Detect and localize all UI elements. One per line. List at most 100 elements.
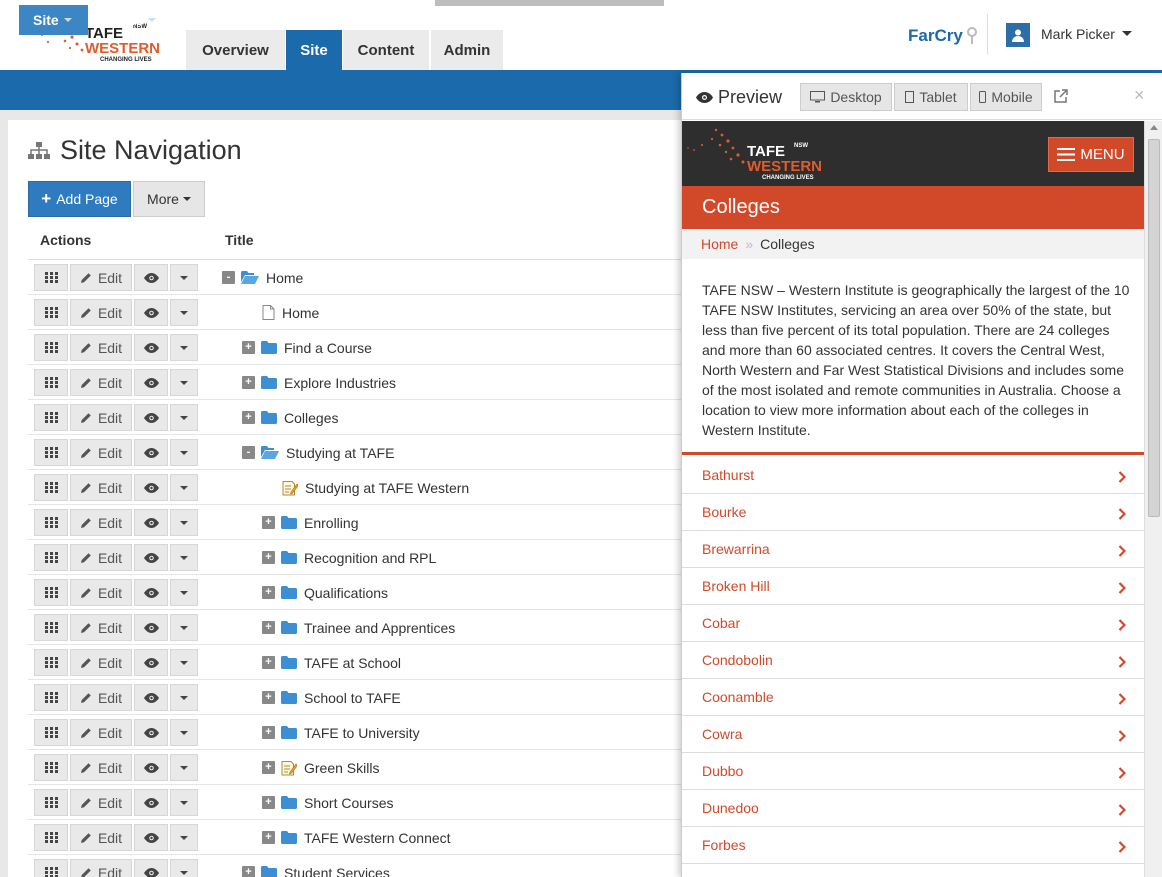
edit-button[interactable]: Edit bbox=[70, 439, 132, 466]
edit-button[interactable]: Edit bbox=[70, 579, 132, 606]
preview-tab-desktop[interactable]: Desktop bbox=[800, 83, 892, 111]
tree-node[interactable]: + TAFE to University bbox=[262, 715, 420, 750]
preview-tab-tablet[interactable]: Tablet bbox=[894, 83, 968, 111]
tree-node[interactable]: + TAFE at School bbox=[262, 645, 401, 680]
grid-menu-button[interactable] bbox=[34, 859, 68, 877]
tree-node[interactable]: + Short Courses bbox=[262, 785, 393, 820]
edit-button[interactable]: Edit bbox=[70, 334, 132, 361]
node-title[interactable]: School to TAFE bbox=[304, 690, 401, 706]
preview-eye-button[interactable] bbox=[134, 404, 168, 431]
breadcrumb-home[interactable]: Home bbox=[701, 236, 738, 252]
tree-node[interactable]: + Explore Industries bbox=[242, 365, 396, 400]
dropdown-caret-button[interactable] bbox=[170, 264, 198, 291]
tab-content[interactable]: Content bbox=[343, 30, 429, 70]
college-list-item[interactable]: Cowra bbox=[682, 716, 1144, 753]
expand-icon[interactable]: + bbox=[262, 516, 275, 529]
grid-menu-button[interactable] bbox=[34, 719, 68, 746]
expand-icon[interactable]: + bbox=[242, 411, 255, 424]
tab-overview[interactable]: Overview bbox=[186, 30, 285, 70]
dropdown-caret-button[interactable] bbox=[170, 544, 198, 571]
preview-eye-button[interactable] bbox=[134, 789, 168, 816]
node-title[interactable]: Studying at TAFE bbox=[286, 445, 394, 461]
tree-node[interactable]: + Find a Course bbox=[242, 330, 372, 365]
college-list-item[interactable]: Broken Hill bbox=[682, 568, 1144, 605]
expand-icon[interactable]: + bbox=[262, 551, 275, 564]
node-title[interactable]: Short Courses bbox=[304, 795, 393, 811]
dropdown-caret-button[interactable] bbox=[170, 474, 198, 501]
college-list-item[interactable]: Coonamble bbox=[682, 679, 1144, 716]
preview-eye-button[interactable] bbox=[134, 649, 168, 676]
grid-menu-button[interactable] bbox=[34, 789, 68, 816]
node-title[interactable]: TAFE Western Connect bbox=[304, 830, 451, 846]
expand-icon[interactable]: + bbox=[262, 656, 275, 669]
node-title[interactable]: Colleges bbox=[284, 410, 338, 426]
preview-eye-button[interactable] bbox=[134, 299, 168, 326]
grid-menu-button[interactable] bbox=[34, 474, 68, 501]
preview-eye-button[interactable] bbox=[134, 719, 168, 746]
node-title[interactable]: Home bbox=[266, 270, 303, 286]
edit-button[interactable]: Edit bbox=[70, 789, 132, 816]
expand-icon[interactable]: + bbox=[262, 726, 275, 739]
scrollbar-thumb[interactable] bbox=[1148, 139, 1160, 517]
grid-menu-button[interactable] bbox=[34, 649, 68, 676]
dropdown-caret-button[interactable] bbox=[170, 789, 198, 816]
edit-button[interactable]: Edit bbox=[70, 649, 132, 676]
grid-menu-button[interactable] bbox=[34, 824, 68, 851]
site-logo[interactable]: TAFE NSW WESTERN CHANGING LIVES bbox=[686, 124, 831, 184]
dropdown-caret-button[interactable] bbox=[170, 649, 198, 676]
dropdown-caret-button[interactable] bbox=[170, 614, 198, 641]
preview-eye-button[interactable] bbox=[134, 369, 168, 396]
tree-node[interactable]: + TAFE Western Connect bbox=[262, 820, 451, 855]
dropdown-caret-button[interactable] bbox=[170, 824, 198, 851]
user-name[interactable]: Mark Picker bbox=[1041, 26, 1115, 42]
preview-eye-button[interactable] bbox=[134, 754, 168, 781]
dropdown-caret-button[interactable] bbox=[170, 754, 198, 781]
tree-node[interactable]: - Home bbox=[222, 260, 303, 295]
grid-menu-button[interactable] bbox=[34, 404, 68, 431]
node-title[interactable]: Recognition and RPL bbox=[304, 550, 436, 566]
more-button[interactable]: More bbox=[133, 181, 205, 217]
preview-eye-button[interactable] bbox=[134, 859, 168, 877]
expand-icon[interactable]: + bbox=[262, 621, 275, 634]
tree-node[interactable]: + School to TAFE bbox=[262, 680, 401, 715]
preview-eye-button[interactable] bbox=[134, 614, 168, 641]
user-icon[interactable] bbox=[1006, 23, 1030, 47]
dropdown-caret-button[interactable] bbox=[170, 369, 198, 396]
tab-admin[interactable]: Admin bbox=[431, 30, 503, 70]
edit-button[interactable]: Edit bbox=[70, 369, 132, 396]
college-list-item[interactable]: Dubbo bbox=[682, 753, 1144, 790]
grid-menu-button[interactable] bbox=[34, 299, 68, 326]
node-title[interactable]: Qualifications bbox=[304, 585, 388, 601]
college-list-item[interactable]: Condobolin bbox=[682, 642, 1144, 679]
preview-eye-button[interactable] bbox=[134, 579, 168, 606]
expand-icon[interactable]: + bbox=[242, 341, 255, 354]
tree-node[interactable]: + Colleges bbox=[242, 400, 338, 435]
expand-icon[interactable]: + bbox=[262, 831, 275, 844]
tree-node[interactable]: + Trainee and Apprentices bbox=[262, 610, 455, 645]
grid-menu-button[interactable] bbox=[34, 684, 68, 711]
node-title[interactable]: TAFE to University bbox=[304, 725, 420, 741]
menu-button[interactable]: MENU bbox=[1048, 137, 1134, 172]
grid-menu-button[interactable] bbox=[34, 264, 68, 291]
dropdown-caret-button[interactable] bbox=[170, 299, 198, 326]
expand-icon[interactable]: + bbox=[262, 796, 275, 809]
edit-button[interactable]: Edit bbox=[70, 264, 132, 291]
edit-button[interactable]: Edit bbox=[70, 474, 132, 501]
edit-button[interactable]: Edit bbox=[70, 824, 132, 851]
dropdown-caret-button[interactable] bbox=[170, 719, 198, 746]
dropdown-caret-button[interactable] bbox=[170, 579, 198, 606]
college-list-item[interactable]: Brewarrina bbox=[682, 531, 1144, 568]
college-list-item[interactable]: Forbes bbox=[682, 827, 1144, 864]
preview-eye-button[interactable] bbox=[134, 474, 168, 501]
node-title[interactable]: Find a Course bbox=[284, 340, 372, 356]
dropdown-caret-button[interactable] bbox=[170, 334, 198, 361]
edit-button[interactable]: Edit bbox=[70, 614, 132, 641]
tree-node[interactable]: Studying at TAFE Western bbox=[282, 470, 469, 505]
expand-icon[interactable]: + bbox=[262, 586, 275, 599]
grid-menu-button[interactable] bbox=[34, 509, 68, 536]
preview-eye-button[interactable] bbox=[134, 439, 168, 466]
grid-menu-button[interactable] bbox=[34, 754, 68, 781]
collapse-icon[interactable]: - bbox=[242, 446, 255, 459]
node-title[interactable]: Home bbox=[282, 305, 319, 321]
expand-icon[interactable]: + bbox=[262, 691, 275, 704]
